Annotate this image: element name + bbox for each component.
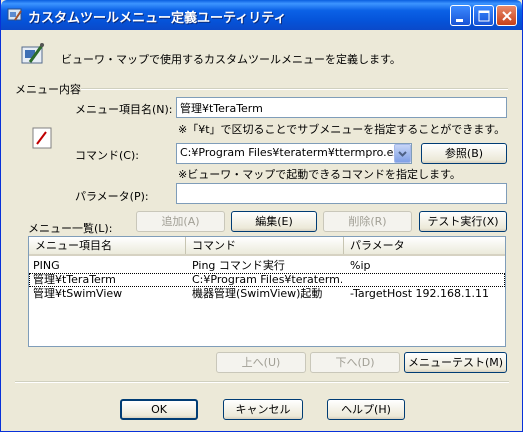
help-button[interactable]: ヘルプ(H) (327, 399, 405, 420)
item-name-field[interactable]: 管理¥tTeraTerm (176, 97, 507, 118)
minimize-icon (456, 19, 463, 22)
chevron-down-icon (398, 151, 407, 157)
delete-button[interactable]: 削除(R) (323, 211, 412, 232)
edit-button[interactable]: 編集(E) (231, 211, 317, 232)
maximize-button[interactable] (473, 5, 494, 26)
cell-command: 機器管理(SwimView)起動 (192, 287, 323, 300)
cell-command: Ping コマンド実行 (192, 259, 285, 272)
app-icon (7, 8, 22, 21)
list-header: メニュー項目名 コマンド パラメータ (29, 237, 505, 256)
header-description: ビューワ・マップで使用するカスタムツールメニューを定義します。 (61, 53, 401, 66)
ok-button[interactable]: OK (120, 399, 198, 420)
column-header-parameter[interactable]: パラメータ (344, 237, 505, 254)
tool-settings-icon (21, 43, 45, 64)
menu-list[interactable]: メニュー項目名 コマンド パラメータ PING Ping コマンド実行 %ip … (28, 236, 506, 347)
command-combobox[interactable]: C:¥Program Files¥teraterm¥ttermpro.exe (176, 143, 412, 164)
group-divider (81, 88, 508, 90)
cell-parameter: -TargetHost 192.168.1.11 (350, 287, 490, 300)
command-dropdown-button[interactable] (394, 144, 411, 163)
add-button[interactable]: 追加(A) (136, 211, 225, 232)
dialog-window: カスタムツールメニュー定義ユーティリティ ビューワ・マップで使用するカスタムツー… (0, 0, 523, 432)
browse-button[interactable]: 参照(B) (421, 143, 507, 164)
test-run-button[interactable]: テスト実行(X) (419, 211, 507, 232)
footer-divider (15, 381, 509, 383)
item-name-label: メニュー項目名(N): (75, 103, 173, 116)
table-row[interactable]: 管理¥tSwimView 機器管理(SwimView)起動 -TargetHos… (29, 287, 505, 301)
maximize-icon (478, 10, 490, 22)
cell-parameter (350, 273, 502, 287)
item-name-hint: ※「¥t」で区切ることでサブメニューを指定することができます。 (178, 123, 506, 136)
cancel-button[interactable]: キャンセル (223, 399, 303, 420)
move-up-button[interactable]: 上へ(U) (216, 352, 306, 373)
cell-item-name: PING (33, 259, 60, 272)
menu-content-label: メニュー内容 (15, 83, 81, 96)
column-header-item-name[interactable]: メニュー項目名 (29, 237, 186, 254)
move-down-button[interactable]: 下へ(D) (310, 352, 400, 373)
cell-item-name: 管理¥tTeraTerm (33, 273, 116, 286)
cell-command: C:¥Program Files¥teraterm... (192, 273, 342, 286)
minimize-button[interactable] (450, 5, 471, 26)
table-row[interactable]: 管理¥tTeraTerm C:¥Program Files¥teraterm..… (29, 273, 505, 287)
column-header-command[interactable]: コマンド (186, 237, 344, 254)
command-value: C:¥Program Files¥teraterm¥ttermpro.exe (180, 146, 407, 159)
parameter-label: パラメータ(P): (75, 190, 149, 203)
command-label: コマンド(C): (75, 149, 139, 162)
edit-pencil-icon (32, 127, 52, 149)
menu-list-label: メニュー一覧(L): (28, 222, 113, 235)
title-bar[interactable]: カスタムツールメニュー定義ユーティリティ (1, 0, 522, 30)
command-hint: ※ビューワ・マップで起動できるコマンドを指定します。 (178, 168, 461, 181)
window-title: カスタムツールメニュー定義ユーティリティ (28, 11, 287, 26)
cell-parameter: %ip (350, 259, 371, 272)
close-icon (502, 11, 512, 21)
close-button[interactable] (496, 5, 517, 26)
parameter-field[interactable] (176, 183, 507, 204)
table-row[interactable]: PING Ping コマンド実行 %ip (29, 259, 505, 273)
menu-test-button[interactable]: メニューテスト(M) (404, 352, 507, 373)
cell-item-name: 管理¥tSwimView (33, 287, 123, 300)
